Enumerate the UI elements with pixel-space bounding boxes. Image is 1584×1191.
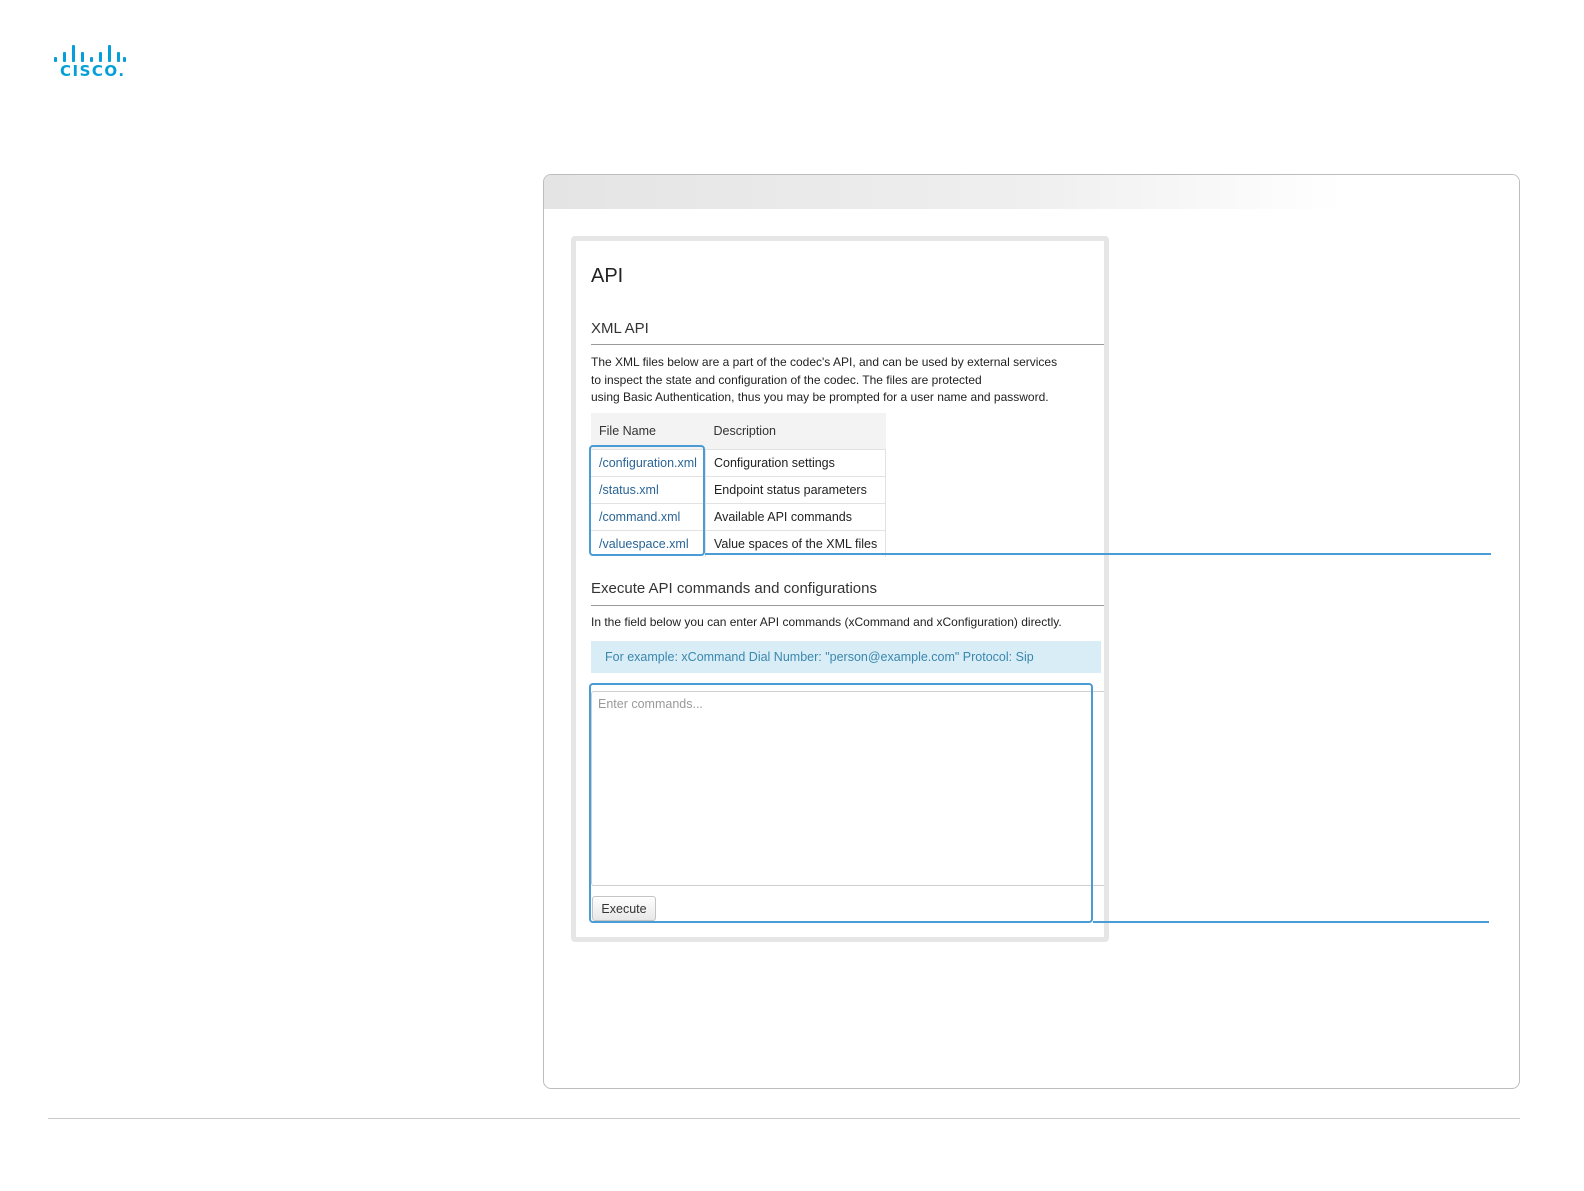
file-description: Available API commands [704, 503, 887, 531]
cisco-logo: CISCO. [54, 42, 126, 82]
file-description: Configuration settings [704, 449, 887, 477]
file-links-highlight [589, 445, 705, 556]
xml-api-description: The XML files below are a part of the co… [591, 354, 1091, 407]
callout-leader-line [705, 553, 1491, 555]
callout-leader-line [1093, 921, 1489, 923]
description-line: using Basic Authentication, thus you may… [591, 390, 1049, 404]
file-description: Endpoint status parameters [704, 476, 887, 504]
section-divider [591, 605, 1104, 606]
execute-description: In the field below you can enter API com… [591, 615, 1062, 629]
description-line: The XML files below are a part of the co… [591, 355, 1058, 369]
description-line: to inspect the state and configuration o… [591, 372, 982, 387]
example-info-box: For example: xCommand Dial Number: "pers… [591, 641, 1101, 673]
section-divider [591, 344, 1104, 345]
cisco-logo-bars [54, 42, 126, 62]
cisco-logo-word: CISCO. [60, 62, 126, 80]
xml-api-heading: XML API [591, 320, 649, 337]
page-bottom-rule [48, 1118, 1520, 1119]
column-header-description: Description [705, 413, 886, 450]
page-title: API [591, 265, 624, 287]
execute-heading: Execute API commands and configurations [591, 580, 877, 597]
command-field-highlight [589, 683, 1093, 923]
frame-header-bar [544, 175, 1519, 209]
